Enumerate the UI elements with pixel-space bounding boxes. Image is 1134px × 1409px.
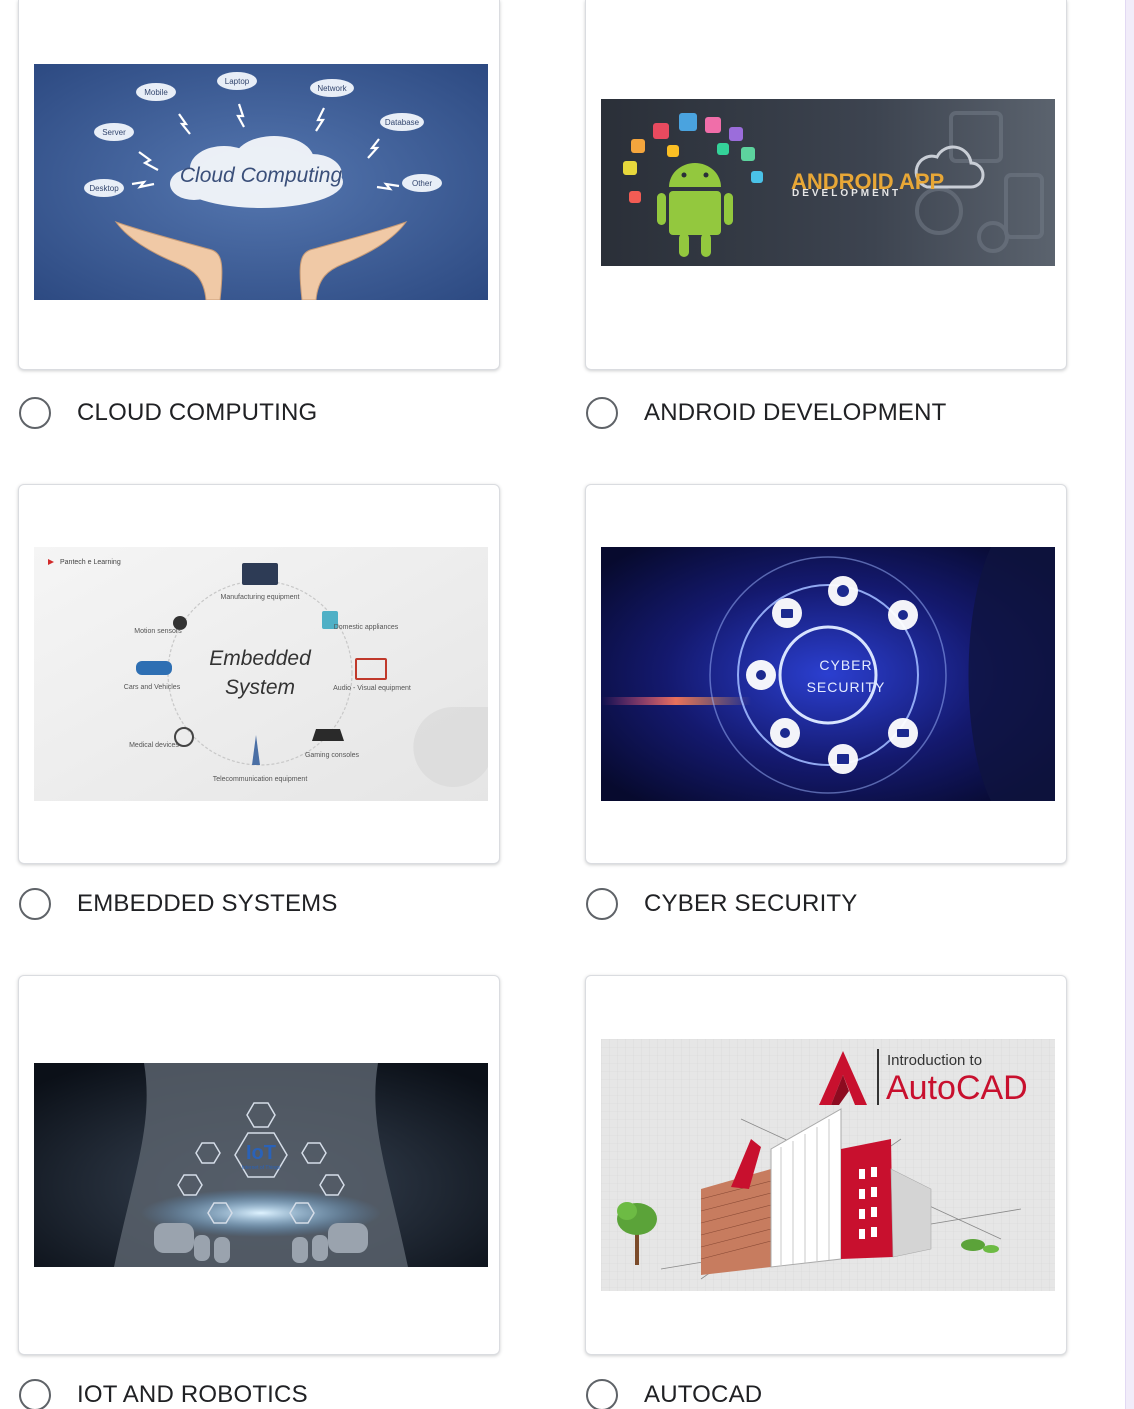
- embedded-node-audio: Audio - Visual equipment: [333, 685, 411, 692]
- embedded-node-gaming: Gaming consoles: [305, 752, 360, 759]
- iot-image-title: IoT: [246, 1142, 276, 1164]
- cloud-node-laptop: Laptop: [225, 77, 250, 86]
- option-cyber-security: CYBER SECURITY CYBER SECURITY: [585, 484, 1069, 920]
- choice-label: IOT AND ROBOTICS: [77, 1381, 308, 1408]
- option-iot-and-robotics: IoT Internet of Things IOT AND ROBOTICS: [18, 975, 502, 1409]
- autocad-intro: Introduction to: [887, 1052, 982, 1069]
- choice-autocad[interactable]: AUTOCAD: [585, 1375, 762, 1409]
- choice-label: AUTOCAD: [644, 1381, 763, 1408]
- cloud-node-database: Database: [385, 118, 420, 127]
- embedded-center-line2: System: [225, 676, 295, 699]
- scrollbar-track[interactable]: [1125, 0, 1134, 1409]
- embedded-node-telecom: Telecommunication equipment: [213, 776, 308, 783]
- radio-button[interactable]: [19, 397, 51, 429]
- radio-button[interactable]: [586, 1379, 618, 1409]
- choice-label: EMBEDDED SYSTEMS: [77, 890, 338, 917]
- embedded-node-medical: Medical devices: [129, 742, 179, 749]
- radio-button[interactable]: [586, 888, 618, 920]
- cloud-node-mobile: Mobile: [144, 88, 168, 97]
- option-embedded-systems: Pantech e Learning Embedded System Manuf…: [18, 484, 502, 920]
- cloud-computing-image: Cloud Computing Mobile Laptop Network Da…: [34, 64, 488, 300]
- embedded-systems-image: Pantech e Learning Embedded System Manuf…: [34, 547, 488, 801]
- android-development-image: ANDROID APP DEVELOPMENT: [601, 99, 1055, 266]
- choice-cloud-computing[interactable]: CLOUD COMPUTING: [18, 393, 317, 433]
- option-android-development: ANDROID APP DEVELOPMENT ANDROID DEVELOPM…: [585, 0, 1069, 429]
- option-image-card[interactable]: Introduction to AutoCAD: [585, 975, 1067, 1355]
- option-image-card[interactable]: Cloud Computing Mobile Laptop Network Da…: [18, 0, 500, 370]
- iot-image-subtitle: Internet of Things: [242, 1165, 281, 1171]
- cloud-node-desktop: Desktop: [89, 184, 119, 193]
- choice-cyber-security[interactable]: CYBER SECURITY: [585, 884, 858, 924]
- cloud-node-other: Other: [412, 179, 432, 188]
- iot-robotics-image: IoT Internet of Things: [34, 1063, 488, 1267]
- option-image-card[interactable]: ANDROID APP DEVELOPMENT: [585, 0, 1067, 370]
- embedded-node-cars: Cars and Vehicles: [124, 684, 181, 691]
- cyber-line1: CYBER: [819, 657, 872, 673]
- radio-button[interactable]: [19, 888, 51, 920]
- radio-button[interactable]: [586, 397, 618, 429]
- option-image-card[interactable]: CYBER SECURITY: [585, 484, 1067, 864]
- cyber-line2: SECURITY: [807, 679, 886, 695]
- choice-label: CYBER SECURITY: [644, 890, 858, 917]
- embedded-brand: Pantech e Learning: [60, 559, 121, 566]
- option-image-card[interactable]: Pantech e Learning Embedded System Manuf…: [18, 484, 500, 864]
- embedded-center-line1: Embedded: [209, 647, 312, 670]
- cloud-node-server: Server: [102, 128, 126, 137]
- embedded-node-manufacturing: Manufacturing equipment: [221, 594, 300, 601]
- embedded-node-domestic: Domestic appliances: [334, 624, 399, 631]
- embedded-node-motion: Motion sensors: [134, 628, 182, 635]
- choice-embedded-systems[interactable]: EMBEDDED SYSTEMS: [18, 884, 338, 924]
- cloud-node-network: Network: [317, 84, 347, 93]
- android-image-subtitle: DEVELOPMENT: [792, 188, 901, 199]
- choice-label: ANDROID DEVELOPMENT: [644, 399, 947, 426]
- autocad-image: Introduction to AutoCAD: [601, 1039, 1055, 1291]
- form-page: Cloud Computing Mobile Laptop Network Da…: [0, 0, 1134, 1409]
- cloud-image-title: Cloud Computing: [180, 164, 343, 187]
- option-cloud-computing: Cloud Computing Mobile Laptop Network Da…: [18, 0, 502, 429]
- radio-button[interactable]: [19, 1379, 51, 1409]
- choice-label: CLOUD COMPUTING: [77, 399, 318, 426]
- choice-iot-and-robotics[interactable]: IOT AND ROBOTICS: [18, 1375, 308, 1409]
- option-autocad: Introduction to AutoCAD AUTOCAD: [585, 975, 1069, 1409]
- autocad-title: AutoCAD: [886, 1069, 1028, 1107]
- option-image-card[interactable]: IoT Internet of Things: [18, 975, 500, 1355]
- cyber-security-image: CYBER SECURITY: [601, 547, 1055, 801]
- choice-android-development[interactable]: ANDROID DEVELOPMENT: [585, 393, 947, 433]
